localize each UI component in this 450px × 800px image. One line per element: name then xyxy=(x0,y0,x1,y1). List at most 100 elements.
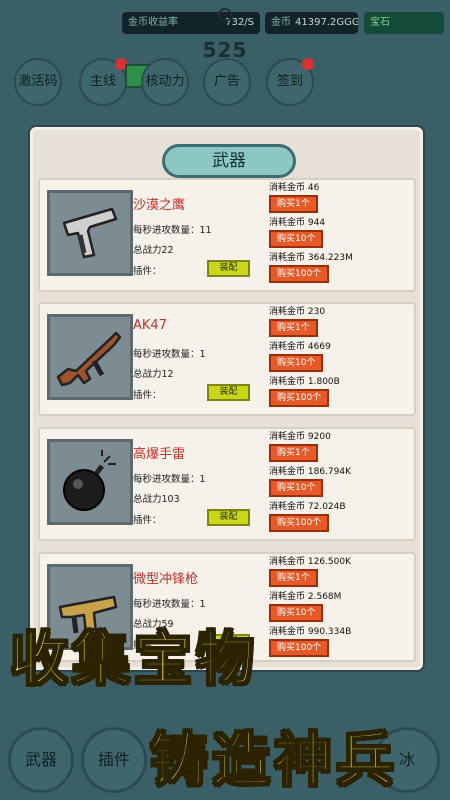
cost-value: 186.794K xyxy=(307,467,352,477)
sign-in-button[interactable]: 签到 xyxy=(266,58,314,106)
cost-value: 364.223M xyxy=(307,253,353,263)
gold-stat: 金币 41397.2GGG xyxy=(265,12,358,34)
buy-1-button[interactable]: 购买1个 xyxy=(269,444,318,462)
tab-weapons[interactable]: 武器 xyxy=(8,727,74,793)
cost-text: 消耗金币 9200 xyxy=(269,429,331,442)
cost-label: 消耗金币 xyxy=(269,592,306,602)
nuclear-power-button[interactable]: 核动力 xyxy=(141,58,189,106)
weapon-name: AK47 xyxy=(133,318,167,333)
buy-10-button[interactable]: 购买10个 xyxy=(269,479,324,497)
cost-value: 990.334B xyxy=(307,627,352,637)
pistol-icon xyxy=(62,207,118,259)
cost-text: 消耗金币 990.334B xyxy=(269,624,351,637)
equip-button[interactable]: 装配 xyxy=(207,384,250,401)
buy-1-button[interactable]: 购买1个 xyxy=(269,569,318,587)
power-label: 总战力 xyxy=(133,369,162,380)
gem-stat: 宝石 xyxy=(364,12,444,34)
cost-label: 消耗金币 xyxy=(269,183,306,193)
weapon-thumbnail xyxy=(47,314,133,400)
cost-value: 2.568M xyxy=(307,592,342,602)
cost-label: 消耗金币 xyxy=(269,502,306,512)
buy-100-button[interactable]: 购买100个 xyxy=(269,265,330,283)
sign-in-label: 签到 xyxy=(276,74,303,89)
cost-label: 消耗金币 xyxy=(269,377,306,387)
buy-1-button[interactable]: 购买1个 xyxy=(269,195,318,213)
gold-label: 金币 xyxy=(271,17,291,28)
tab-weapons-label: 武器 xyxy=(24,750,57,769)
attacks-per-second: 每秒进攻数量：1 xyxy=(133,346,206,360)
weapon-panel: 武器 沙漠之鹰 每秒进攻数量：11 总战力22 插件： 装配 消耗金币 46 购… xyxy=(30,127,423,670)
weapon-card: AK47 每秒进攻数量：1 总战力12 插件： 装配 消耗金币 230 购买1个… xyxy=(38,302,416,416)
cost-text: 消耗金币 186.794K xyxy=(269,464,351,477)
buy-100-button[interactable]: 购买100个 xyxy=(269,639,330,657)
buy-10-button[interactable]: 购买10个 xyxy=(269,354,324,372)
rifle-icon xyxy=(56,331,122,387)
tab-plugins[interactable]: 插件 xyxy=(81,727,147,793)
weapon-name: 高爆手雷 xyxy=(133,447,186,462)
gem-label: 宝石 xyxy=(370,17,390,28)
attacks-label: 每秒进攻数量： xyxy=(133,225,200,236)
promo-headline-2: 铸造神兵 xyxy=(149,725,399,795)
cost-label: 消耗金币 xyxy=(269,307,306,317)
gear-icon[interactable] xyxy=(218,8,232,22)
attacks-label: 每秒进攻数量： xyxy=(133,349,200,360)
plugin-label: 插件： xyxy=(133,266,162,277)
activation-code-button[interactable]: 激活码 xyxy=(14,58,62,106)
power-label: 总战力 xyxy=(133,494,162,505)
cost-value: 46 xyxy=(307,183,320,193)
cost-value: 1.800B xyxy=(307,377,340,387)
buy-100-button[interactable]: 购买100个 xyxy=(269,514,330,532)
attacks-value: 1 xyxy=(199,349,206,360)
weapon-card: 沙漠之鹰 每秒进攻数量：11 总战力22 插件： 装配 消耗金币 46 购买1个… xyxy=(38,178,416,292)
cost-value: 72.024B xyxy=(307,502,346,512)
cost-value: 230 xyxy=(307,307,326,317)
cost-text: 消耗金币 2.568M xyxy=(269,589,341,602)
cost-label: 消耗金币 xyxy=(269,432,306,442)
plugin-label: 插件： xyxy=(133,515,162,526)
total-power: 总战力12 xyxy=(133,366,174,380)
equip-button[interactable]: 装配 xyxy=(207,509,250,526)
cost-text: 消耗金币 944 xyxy=(269,215,325,228)
activation-code-label: 激活码 xyxy=(18,74,58,89)
cost-value: 944 xyxy=(307,218,326,228)
power-value: 22 xyxy=(161,245,174,256)
cost-text: 消耗金币 230 xyxy=(269,304,325,317)
power-value: 12 xyxy=(161,369,174,380)
tab-plugins-label: 插件 xyxy=(97,750,130,769)
cost-text: 消耗金币 126.500K xyxy=(269,554,351,567)
notification-dot-icon xyxy=(302,58,314,70)
buy-100-button[interactable]: 购买100个 xyxy=(269,389,330,407)
attacks-label: 每秒进攻数量： xyxy=(133,474,200,485)
cost-text: 消耗金币 72.024B xyxy=(269,499,346,512)
attacks-value: 11 xyxy=(199,225,212,236)
attacks-value: 1 xyxy=(199,474,206,485)
tab-ice-label: 冰 xyxy=(398,750,415,769)
cost-label: 消耗金币 xyxy=(269,253,306,263)
cost-label: 消耗金币 xyxy=(269,342,306,352)
cost-label: 消耗金币 xyxy=(269,467,306,477)
ad-label: 广告 xyxy=(213,74,240,89)
buy-10-button[interactable]: 购买10个 xyxy=(269,230,324,248)
gold-value: 41397.2GGG xyxy=(295,17,358,28)
weapon-card: 高爆手雷 每秒进攻数量：1 总战力103 插件： 装配 消耗金币 9200 购买… xyxy=(38,427,416,541)
power-value: 103 xyxy=(161,494,180,505)
plugin-label: 插件： xyxy=(133,390,162,401)
ad-button[interactable]: 广告 xyxy=(203,58,251,106)
income-rate-stat: 金币收益率 732/S xyxy=(122,12,260,34)
weapon-thumbnail xyxy=(47,190,133,276)
top-stats-bar: 金币收益率 732/S 金币 41397.2GGG 宝石 525 xyxy=(0,0,450,62)
cost-label: 消耗金币 xyxy=(269,557,306,567)
nuclear-power-label: 核动力 xyxy=(145,74,185,89)
equip-button[interactable]: 装配 xyxy=(207,260,250,277)
buy-1-button[interactable]: 购买1个 xyxy=(269,319,318,337)
cost-text: 消耗金币 364.223M xyxy=(269,250,353,263)
attacks-label: 每秒进攻数量： xyxy=(133,599,200,610)
attacks-value: 1 xyxy=(199,599,206,610)
weapon-name: 微型冲锋枪 xyxy=(133,572,199,587)
cost-text: 消耗金币 46 xyxy=(269,180,319,193)
buy-10-button[interactable]: 购买10个 xyxy=(269,604,324,622)
main-quest-button[interactable]: 主线 xyxy=(79,58,127,106)
cost-text: 消耗金币 1.800B xyxy=(269,374,340,387)
cost-value: 9200 xyxy=(307,432,331,442)
grenade-icon xyxy=(63,450,116,511)
